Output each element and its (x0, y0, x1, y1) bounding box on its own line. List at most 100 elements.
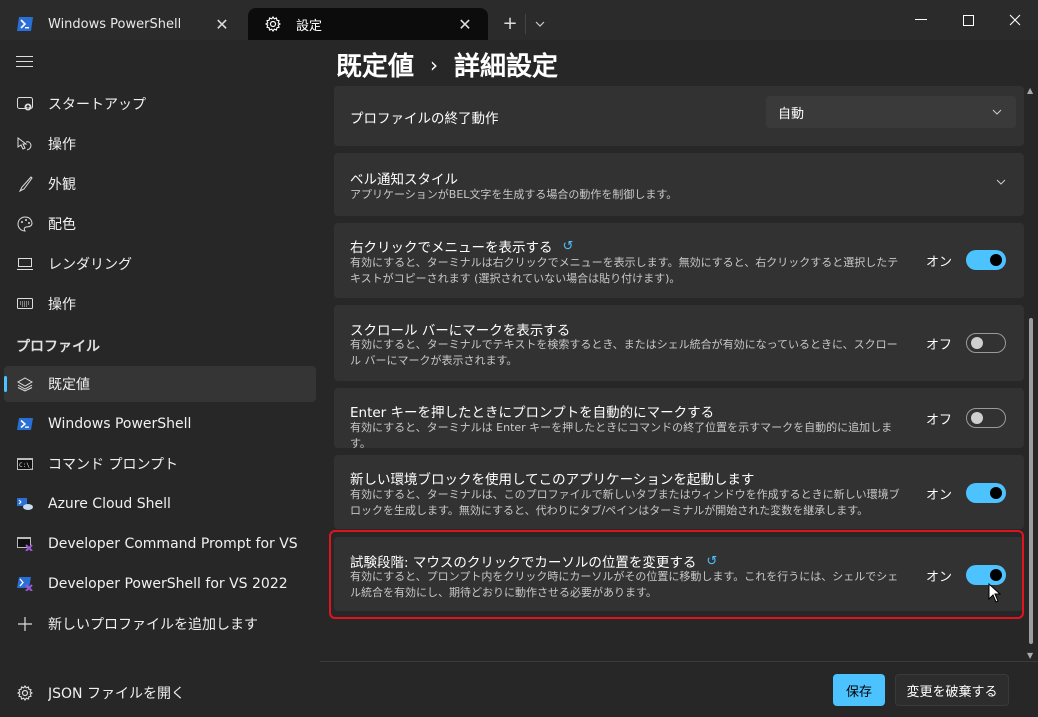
sidebar-item-actions[interactable]: 操作 (4, 286, 316, 322)
sidebar-item-label: 外観 (48, 177, 76, 193)
scroll-down-icon[interactable]: ▼ (1027, 651, 1033, 660)
svg-text:C:\_: C:\_ (19, 462, 33, 469)
layers-icon (16, 375, 34, 393)
close-tab-icon[interactable]: ✕ (450, 15, 480, 34)
palette-icon (16, 215, 34, 233)
toggle-switch[interactable] (966, 333, 1006, 353)
tab-label: 設定 (296, 18, 323, 34)
cmd-icon: C:\_ (16, 455, 34, 473)
close-tab-icon[interactable]: ✕ (207, 15, 237, 34)
sidebar-item-label: コマンド プロンプト (48, 457, 179, 473)
sidebar-item-label: スタートアップ (48, 97, 146, 113)
scrollbar[interactable]: ▲ ▼ (1026, 86, 1036, 660)
sidebar-item-command-prompt[interactable]: C:\_ コマンド プロンプト (4, 446, 316, 482)
chevron-down-icon (992, 107, 1002, 118)
toggle-state-label: オフ (925, 337, 952, 353)
auto-mark-prompts-toggle[interactable]: オフ (926, 408, 1006, 428)
hamburger-icon[interactable] (16, 56, 33, 71)
sidebar-item-windows-powershell[interactable]: Windows PowerShell (4, 406, 316, 442)
new-env-block-toggle[interactable]: オン (926, 483, 1006, 503)
sidebar-item-label: 既定値 (48, 377, 90, 393)
setting-description: 有効にすると、ターミナルは右クリックでメニューを表示します。無効にすると、右クリ… (350, 256, 899, 285)
discard-changes-button[interactable]: 変更を破棄する (895, 674, 1009, 706)
laptop-icon (16, 255, 34, 273)
sidebar-item-label: Developer Command Prompt for VS 2022 (48, 536, 298, 552)
toggle-switch[interactable] (966, 408, 1006, 428)
setting-title: 新しい環境ブロックを使用してこのアプリケーションを起動します (350, 472, 755, 488)
setting-scrollbar-marks: スクロール バーにマークを表示する 有効にすると、ターミナルでテキストを検索する… (334, 305, 1024, 381)
right-click-menu-toggle[interactable]: オン (926, 250, 1006, 270)
sidebar-item-label: Azure Cloud Shell (48, 496, 171, 512)
breadcrumb-parent[interactable]: 既定値 (336, 46, 414, 83)
save-button[interactable]: 保存 (833, 674, 885, 706)
title-bar: Windows PowerShell ✕ 設定 ✕ + (0, 0, 1038, 40)
scrollbar-marks-toggle[interactable]: オフ (926, 333, 1006, 353)
sidebar-item-label: 操作 (48, 297, 76, 313)
select-value: 自動 (778, 106, 805, 122)
scrollbar-thumb[interactable] (1029, 318, 1033, 644)
setting-title: プロファイルの終了動作 (350, 111, 499, 127)
setting-bell-style[interactable]: ベル通知スタイル アプリケーションがBEL文字を生成する場合の動作を制御します。 (334, 153, 1024, 216)
setting-description: 有効にすると、ターミナルは Enter キーを押したときにコマンドの終了位置を示… (350, 421, 893, 450)
breadcrumb: 既定値 › 詳細設定 (336, 46, 558, 83)
setting-auto-mark-prompts: Enter キーを押したときにプロンプトを自動的にマークする 有効にすると、ター… (334, 388, 1024, 450)
azure-icon (16, 495, 34, 513)
divider (320, 661, 1038, 662)
exit-behavior-select[interactable]: 自動 (766, 96, 1016, 128)
add-profile-button[interactable]: 新しいプロファイルを追加します (4, 606, 316, 642)
maximize-button[interactable] (945, 6, 991, 34)
toggle-switch[interactable] (966, 250, 1006, 270)
setting-title: Enter キーを押したときにプロンプトを自動的にマークする (350, 405, 715, 421)
scroll-up-icon[interactable]: ▲ (1027, 86, 1033, 95)
selection-indicator (4, 376, 7, 392)
interaction-icon (16, 135, 34, 153)
new-tab-button[interactable]: + (498, 12, 522, 36)
reset-icon[interactable]: ↺ (563, 239, 574, 254)
brush-icon (16, 175, 34, 193)
sidebar-item-dev-command-prompt[interactable]: Developer Command Prompt for VS 2022 (4, 526, 316, 562)
page-title: 詳細設定 (454, 52, 559, 82)
sidebar-item-label: Developer PowerShell for VS 2022 (48, 576, 288, 592)
sidebar-item-startup[interactable]: スタートアップ (4, 86, 316, 122)
chevron-down-icon[interactable] (996, 177, 1006, 188)
profiles-header: プロファイル (16, 339, 100, 355)
sidebar-item-appearance[interactable]: 外観 (4, 166, 316, 202)
gear-icon (16, 684, 34, 702)
breadcrumb-separator: › (430, 52, 439, 77)
sidebar-item-azure-cloud-shell[interactable]: Azure Cloud Shell (4, 486, 316, 522)
dev-powershell-icon (16, 575, 34, 593)
open-json-button[interactable]: JSON ファイルを開く (4, 675, 316, 711)
toggle-state-label: オン (925, 254, 952, 270)
tab-label: Windows PowerShell (48, 16, 182, 32)
sidebar-item-label: レンダリング (48, 257, 132, 273)
sidebar-item-color-schemes[interactable]: 配色 (4, 206, 316, 242)
dev-cmd-icon (16, 535, 34, 553)
sidebar-item-label: 配色 (48, 217, 76, 233)
tab-dropdown-button[interactable] (530, 12, 550, 36)
setting-title: 右クリックでメニューを表示する ↺ (350, 236, 574, 257)
chevron-down-icon (535, 21, 545, 27)
sidebar-item-interaction[interactable]: 操作 (4, 126, 316, 162)
startup-icon (16, 95, 34, 113)
setting-title: ベル通知スタイル (350, 172, 458, 188)
setting-description: 有効にすると、ターミナルでテキストを検索するとき、またはシェル統合が有効になって… (350, 338, 898, 367)
sidebar: スタートアップ 操作 外観 配色 レンダリング 操作 プロファイル 既定値 Wi… (0, 40, 320, 717)
powershell-icon (16, 415, 34, 433)
minimize-button[interactable] (898, 6, 944, 34)
powershell-icon (16, 15, 34, 33)
sidebar-item-label: 操作 (48, 137, 76, 153)
toggle-switch[interactable] (966, 483, 1006, 503)
sidebar-item-defaults[interactable]: 既定値 (4, 366, 316, 402)
tab-windows-powershell[interactable]: Windows PowerShell ✕ (0, 8, 245, 40)
close-window-button[interactable] (992, 6, 1038, 34)
keyboard-icon (16, 295, 34, 313)
sidebar-item-dev-powershell[interactable]: Developer PowerShell for VS 2022 (4, 566, 316, 602)
setting-description: 有効にすると、ターミナルは、このプロファイルで新しいタブまたはウィンドウを作成す… (350, 488, 900, 517)
sidebar-item-label: JSON ファイルを開く (48, 686, 185, 702)
sidebar-item-label: 新しいプロファイルを追加します (48, 617, 258, 633)
setting-right-click-menu: 右クリックでメニューを表示する ↺ 有効にすると、ターミナルは右クリックでメニュ… (334, 223, 1024, 298)
tab-settings[interactable]: 設定 ✕ (248, 8, 488, 40)
sidebar-item-rendering[interactable]: レンダリング (4, 246, 316, 282)
toggle-state-label: オン (925, 487, 952, 503)
highlight-box (329, 530, 1024, 619)
